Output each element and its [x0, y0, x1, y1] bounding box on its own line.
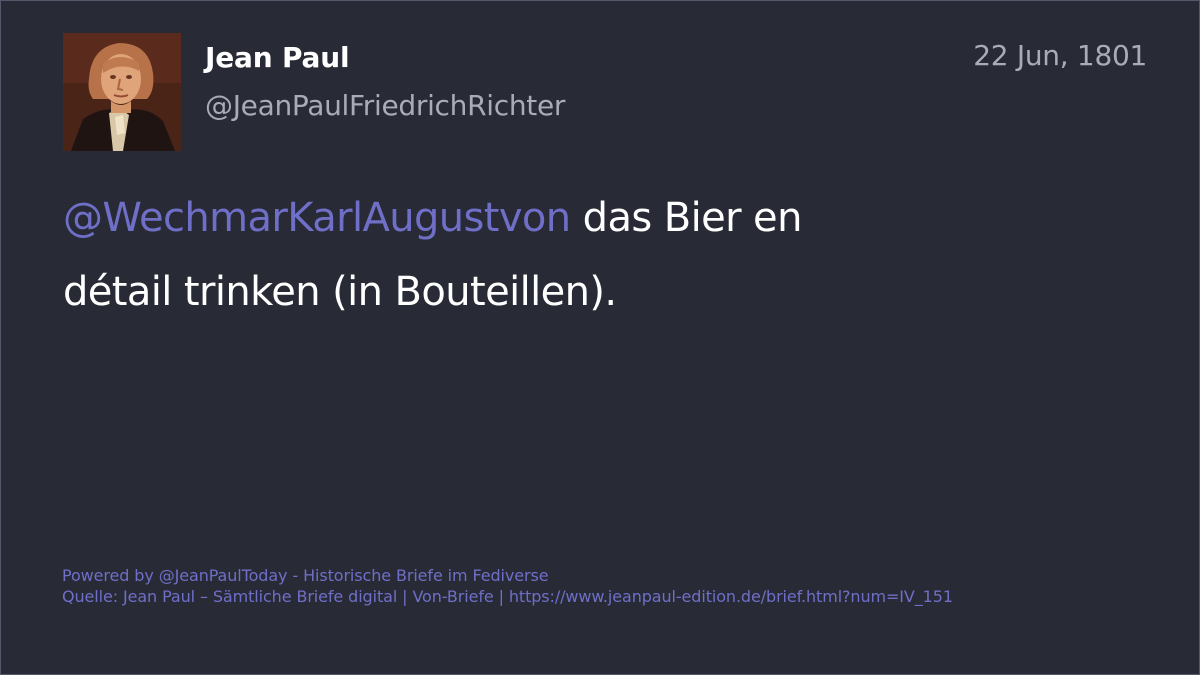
display-name[interactable]: Jean Paul — [205, 41, 350, 74]
mention-link[interactable]: @WechmarKarlAugustvon — [63, 195, 571, 241]
source-line[interactable]: Quelle: Jean Paul – Sämtliche Briefe dig… — [62, 586, 953, 607]
post-text: @WechmarKarlAugustvon das Bier en détail… — [63, 181, 883, 329]
portrait-avatar-icon — [63, 33, 181, 151]
post-card: Jean Paul @JeanPaulFriedrichRichter 22 J… — [0, 0, 1200, 675]
avatar[interactable] — [63, 33, 181, 151]
user-handle[interactable]: @JeanPaulFriedrichRichter — [205, 89, 565, 122]
powered-by-line[interactable]: Powered by @JeanPaulToday - Historische … — [62, 565, 953, 586]
post-date[interactable]: 22 Jun, 1801 — [973, 39, 1147, 72]
footer: Powered by @JeanPaulToday - Historische … — [62, 565, 953, 607]
